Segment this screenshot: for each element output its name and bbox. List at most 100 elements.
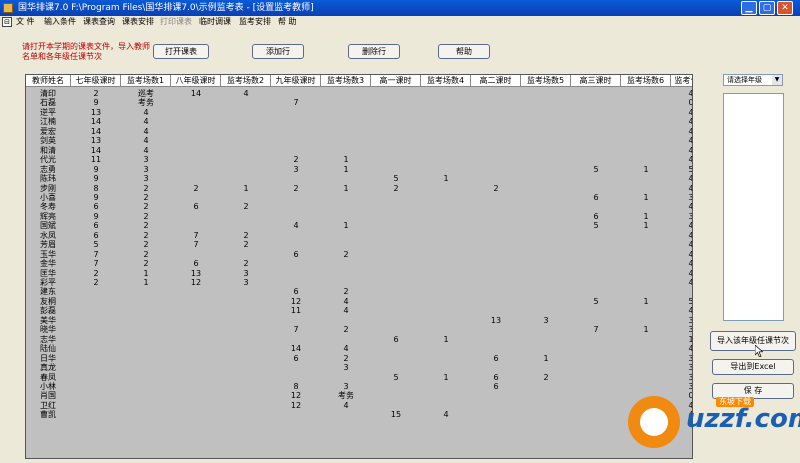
cell-invig-total[interactable]: 4 xyxy=(671,306,692,315)
chevron-down-icon[interactable]: ▼ xyxy=(772,75,782,85)
cell-senior1-hours[interactable] xyxy=(371,382,421,391)
cell-grade7-hours[interactable]: 13 xyxy=(71,108,121,117)
cell-invig-count-2[interactable] xyxy=(221,325,271,334)
cell-invig-count-6[interactable] xyxy=(621,354,671,363)
cell-senior1-hours[interactable] xyxy=(371,287,421,296)
cell-invig-total[interactable]: 4 xyxy=(671,240,692,249)
cell-invig-total[interactable]: 3 xyxy=(671,354,692,363)
table-row[interactable]: 石磊9考务70 xyxy=(26,98,692,107)
cell-invig-count-2[interactable] xyxy=(221,174,271,183)
cell-invig-count-3[interactable] xyxy=(321,410,371,419)
table-row[interactable]: 辉亮92613 xyxy=(26,212,692,221)
cell-invig-count-5[interactable] xyxy=(521,297,571,306)
column-header-invig-count-4[interactable]: 监考场数4 xyxy=(421,75,471,87)
cell-invig-count-2[interactable] xyxy=(221,344,271,353)
cell-grade7-hours[interactable] xyxy=(71,325,121,334)
column-header-invig-count-1[interactable]: 监考场数1 xyxy=(121,75,171,87)
cell-senior2-hours[interactable] xyxy=(471,127,521,136)
cell-invig-count-3[interactable]: 2 xyxy=(321,250,371,259)
cell-invig-count-5[interactable] xyxy=(521,108,571,117)
cell-senior3-hours[interactable] xyxy=(571,240,621,249)
cell-invig-count-4[interactable] xyxy=(421,316,471,325)
cell-invig-count-4[interactable] xyxy=(421,297,471,306)
cell-invig-count-3[interactable] xyxy=(321,98,371,107)
cell-invig-count-2[interactable] xyxy=(221,127,271,136)
cell-senior1-hours[interactable] xyxy=(371,316,421,325)
cell-invig-count-4[interactable] xyxy=(421,269,471,278)
cell-invig-count-5[interactable] xyxy=(521,193,571,202)
cell-grade9-hours[interactable]: 6 xyxy=(271,354,321,363)
cell-grade7-hours[interactable] xyxy=(71,401,121,410)
cell-senior2-hours[interactable] xyxy=(471,221,521,230)
table-row[interactable]: 小喜92613 xyxy=(26,193,692,202)
cell-grade8-hours[interactable] xyxy=(171,306,221,315)
cell-grade9-hours[interactable]: 2 xyxy=(271,184,321,193)
table-row[interactable]: 晓华72713 xyxy=(26,325,692,334)
cell-invig-count-1[interactable] xyxy=(121,363,171,372)
cell-invig-count-1[interactable] xyxy=(121,382,171,391)
cell-grade8-hours[interactable] xyxy=(171,410,221,419)
cell-invig-count-2[interactable] xyxy=(221,193,271,202)
cell-grade7-hours[interactable] xyxy=(71,382,121,391)
cell-grade7-hours[interactable]: 14 xyxy=(71,146,121,155)
menu-file[interactable]: 文 件 xyxy=(16,16,35,28)
cell-senior2-hours[interactable] xyxy=(471,269,521,278)
import-grade-hours-button[interactable]: 导入该年级任课节次 xyxy=(710,331,796,351)
cell-invig-total[interactable]: 3 xyxy=(671,193,692,202)
cell-grade7-hours[interactable]: 5 xyxy=(71,240,121,249)
cell-senior1-hours[interactable] xyxy=(371,98,421,107)
cell-invig-total[interactable]: 3 xyxy=(671,316,692,325)
cell-invig-count-1[interactable] xyxy=(121,354,171,363)
cell-invig-count-4[interactable] xyxy=(421,117,471,126)
minimize-button[interactable]: ▁ xyxy=(741,1,757,15)
cell-senior2-hours[interactable] xyxy=(471,117,521,126)
cell-grade9-hours[interactable] xyxy=(271,316,321,325)
cell-grade9-hours[interactable] xyxy=(271,363,321,372)
cell-invig-total[interactable]: 4 xyxy=(671,344,692,353)
cell-invig-count-2[interactable]: 2 xyxy=(221,202,271,211)
cell-grade9-hours[interactable]: 2 xyxy=(271,155,321,164)
cell-invig-count-5[interactable] xyxy=(521,410,571,419)
cell-senior1-hours[interactable] xyxy=(371,354,421,363)
cell-grade8-hours[interactable] xyxy=(171,221,221,230)
cell-invig-count-3[interactable] xyxy=(321,193,371,202)
cell-senior3-hours[interactable] xyxy=(571,108,621,117)
table-row[interactable]: 美华1333 xyxy=(26,316,692,325)
cell-grade9-hours[interactable]: 11 xyxy=(271,306,321,315)
cell-grade7-hours[interactable]: 6 xyxy=(71,231,121,240)
cell-grade9-hours[interactable] xyxy=(271,127,321,136)
cell-senior2-hours[interactable]: 6 xyxy=(471,382,521,391)
column-header-invig-count-3[interactable]: 监考场数3 xyxy=(321,75,371,87)
cell-grade7-hours[interactable]: 9 xyxy=(71,212,121,221)
table-row[interactable]: 逆平1344 xyxy=(26,108,692,117)
table-row[interactable]: 剑英1344 xyxy=(26,136,692,145)
cell-senior3-hours[interactable] xyxy=(571,391,621,400)
cell-grade7-hours[interactable]: 7 xyxy=(71,259,121,268)
table-row[interactable]: 肖国12考务0 xyxy=(26,391,692,400)
cell-invig-count-5[interactable] xyxy=(521,174,571,183)
cell-senior2-hours[interactable] xyxy=(471,306,521,315)
cell-invig-count-1[interactable]: 巡考 xyxy=(121,89,171,98)
cell-grade9-hours[interactable] xyxy=(271,269,321,278)
cell-senior3-hours[interactable] xyxy=(571,155,621,164)
cell-grade7-hours[interactable] xyxy=(71,373,121,382)
menu-help[interactable]: 帮 助 xyxy=(278,16,297,28)
cell-grade8-hours[interactable]: 6 xyxy=(171,202,221,211)
cell-invig-count-3[interactable] xyxy=(321,212,371,221)
cell-grade9-hours[interactable]: 14 xyxy=(271,344,321,353)
cell-invig-total[interactable]: 0 xyxy=(671,98,692,107)
cell-senior2-hours[interactable] xyxy=(471,325,521,334)
cell-invig-count-3[interactable] xyxy=(321,316,371,325)
cell-invig-count-6[interactable] xyxy=(621,269,671,278)
cell-grade8-hours[interactable] xyxy=(171,193,221,202)
cell-invig-total[interactable]: 4 xyxy=(671,250,692,259)
cell-invig-count-5[interactable] xyxy=(521,146,571,155)
cell-invig-count-2[interactable] xyxy=(221,98,271,107)
column-header-teacher-name[interactable]: 教师姓名 xyxy=(26,75,71,87)
cell-invig-count-2[interactable] xyxy=(221,391,271,400)
cell-senior2-hours[interactable] xyxy=(471,231,521,240)
cell-invig-count-3[interactable]: 1 xyxy=(321,155,371,164)
cell-senior2-hours[interactable] xyxy=(471,202,521,211)
cell-invig-count-2[interactable] xyxy=(221,155,271,164)
menu-temp-adjust[interactable]: 临时调课 xyxy=(199,16,231,28)
